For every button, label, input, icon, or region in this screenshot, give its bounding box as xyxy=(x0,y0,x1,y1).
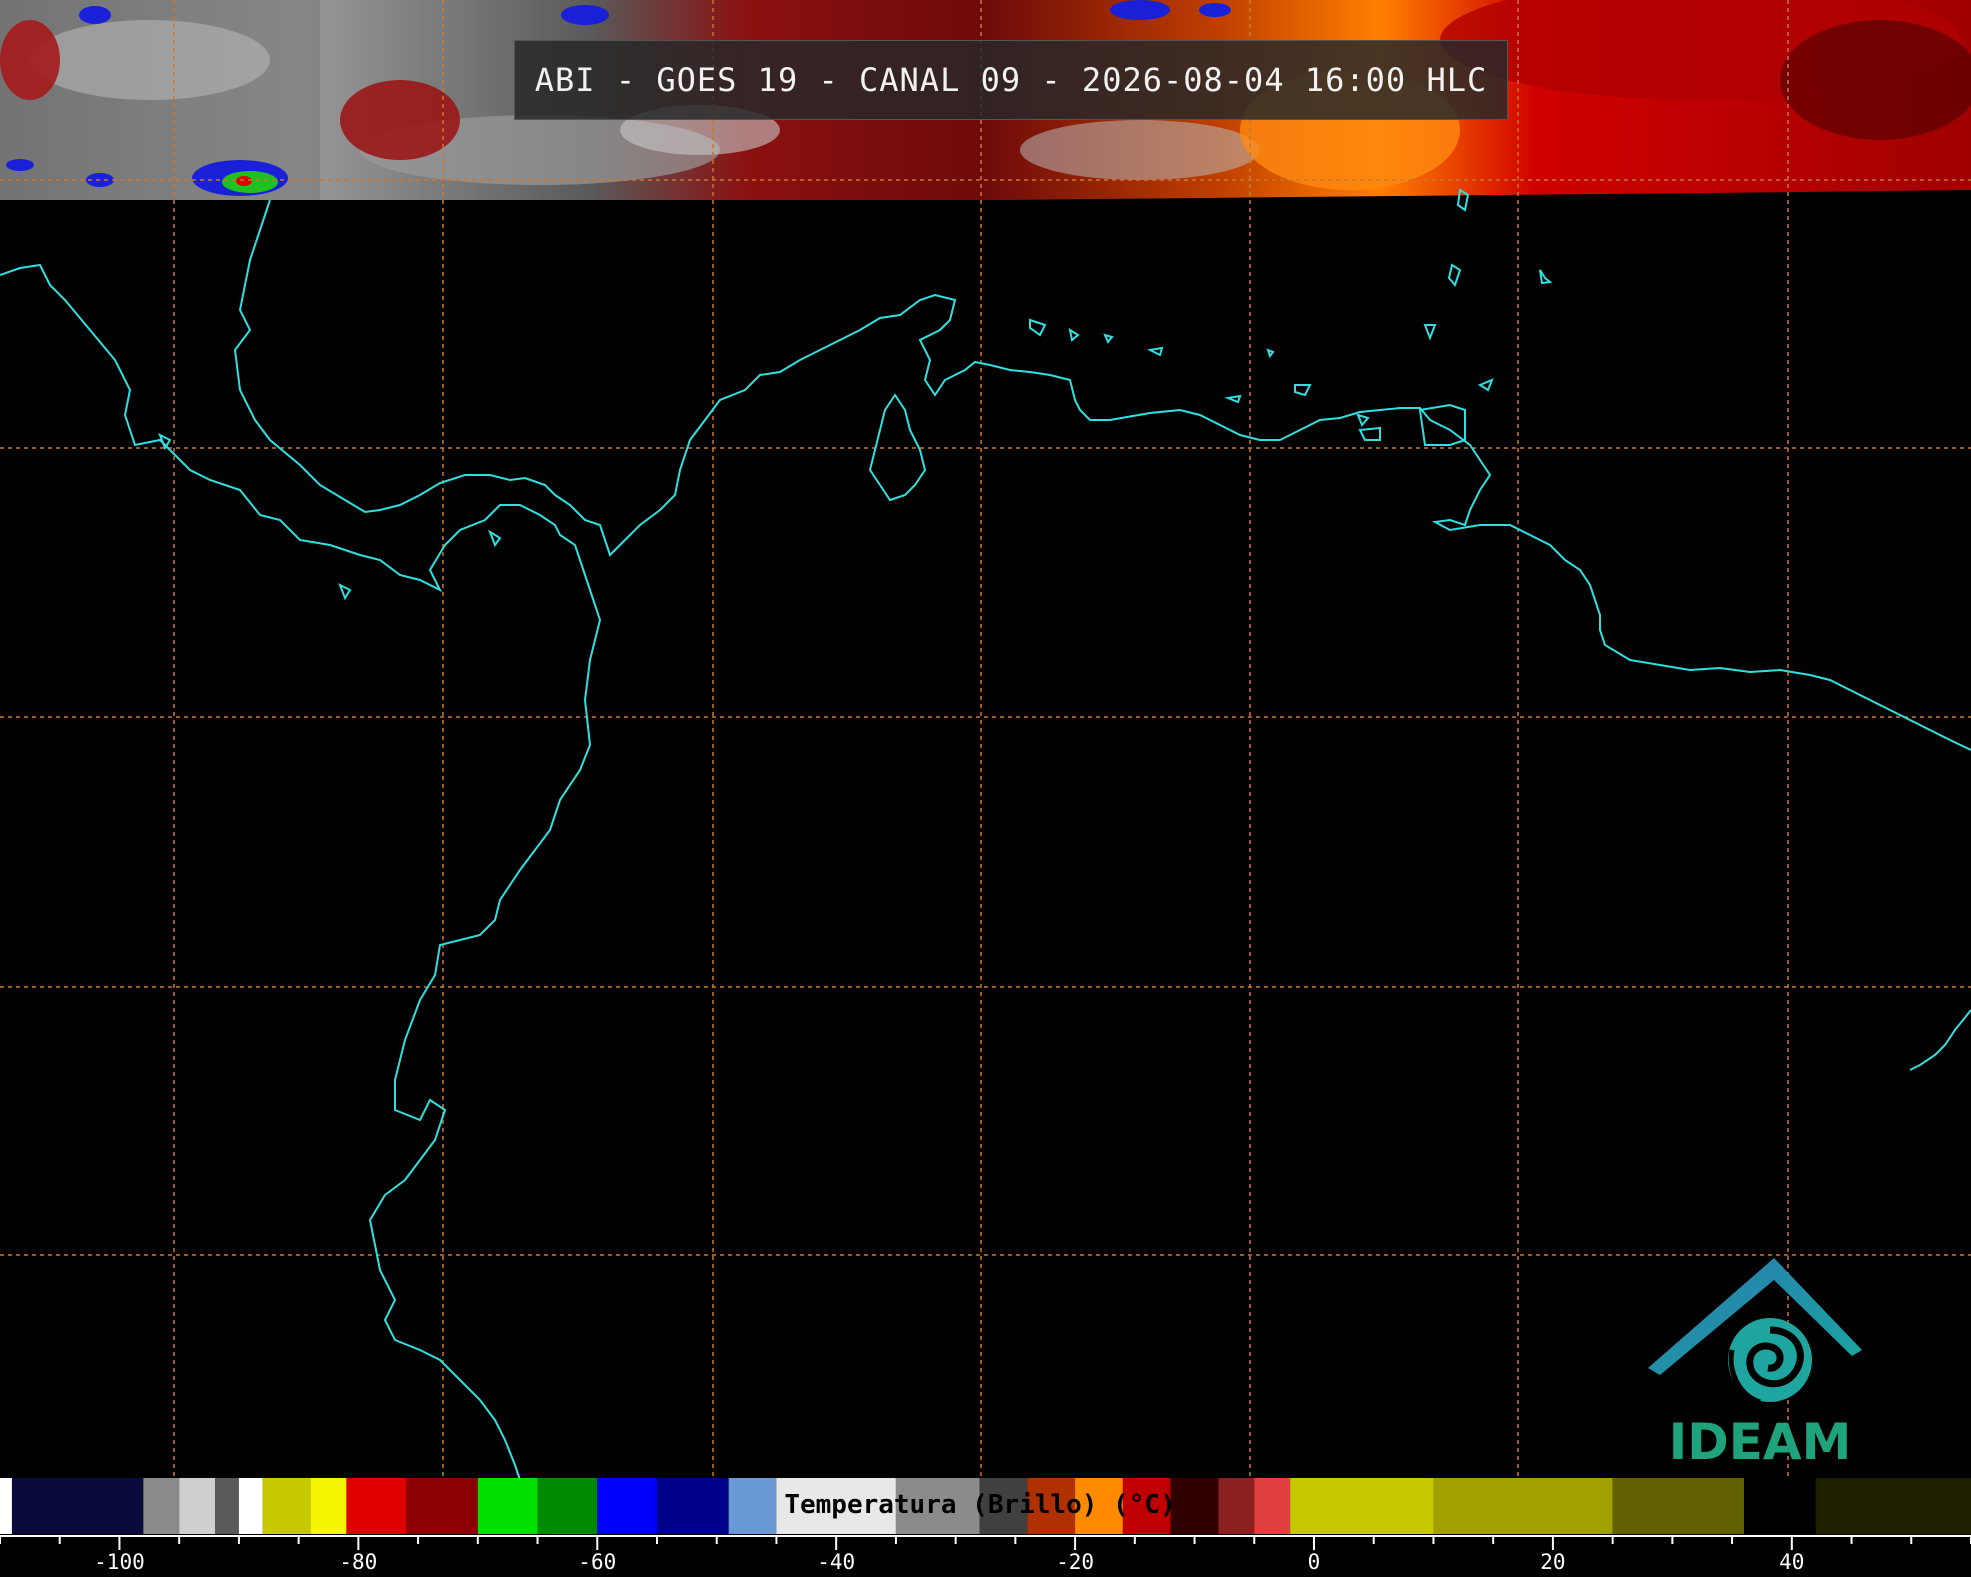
colorbar-tick-label: 20 xyxy=(1540,1550,1566,1574)
colorbar-label: Temperatura (Brillo) (°C) xyxy=(784,1490,1176,1520)
colorbar-tick-label: 40 xyxy=(1779,1550,1805,1574)
colorbar-segment xyxy=(346,1478,407,1534)
colorbar-segment xyxy=(143,1478,180,1534)
image-title: ABI - GOES 19 - CANAL 09 - 2026-08-04 16… xyxy=(514,40,1508,120)
colorbar-tick-label: -60 xyxy=(578,1550,617,1574)
colorbar-segment xyxy=(1290,1478,1434,1534)
colorbar-segment xyxy=(310,1478,347,1534)
colorbar-segment xyxy=(1433,1478,1613,1534)
colorbar-segment xyxy=(1744,1478,1816,1534)
colorbar-segment xyxy=(179,1478,216,1534)
colorbar-segment xyxy=(238,1478,263,1534)
colorbar-segment xyxy=(537,1478,598,1534)
colorbar-segment xyxy=(597,1478,657,1534)
colorbar-segment xyxy=(477,1478,538,1534)
colorbar-segment xyxy=(0,1478,12,1534)
colorbar-segment xyxy=(262,1478,311,1534)
colorbar-tick-label: -20 xyxy=(1056,1550,1095,1574)
satellite-map: ABI - GOES 19 - CANAL 09 - 2026-08-04 16… xyxy=(0,0,1971,1577)
logo-text: IDEAM xyxy=(1668,1413,1852,1471)
colorbar-segment xyxy=(406,1478,478,1534)
colorbar-tick-label: -100 xyxy=(94,1550,145,1574)
colorbar-segment xyxy=(11,1478,144,1534)
colorbar-tick-label: 0 xyxy=(1307,1550,1321,1574)
colorbar-tick-label: -40 xyxy=(817,1550,856,1574)
colorbar-segment xyxy=(1815,1478,1971,1534)
colorbar-tick-label: -80 xyxy=(339,1550,378,1574)
colorbar-segment xyxy=(215,1478,239,1534)
colorbar-segment xyxy=(1612,1478,1745,1534)
